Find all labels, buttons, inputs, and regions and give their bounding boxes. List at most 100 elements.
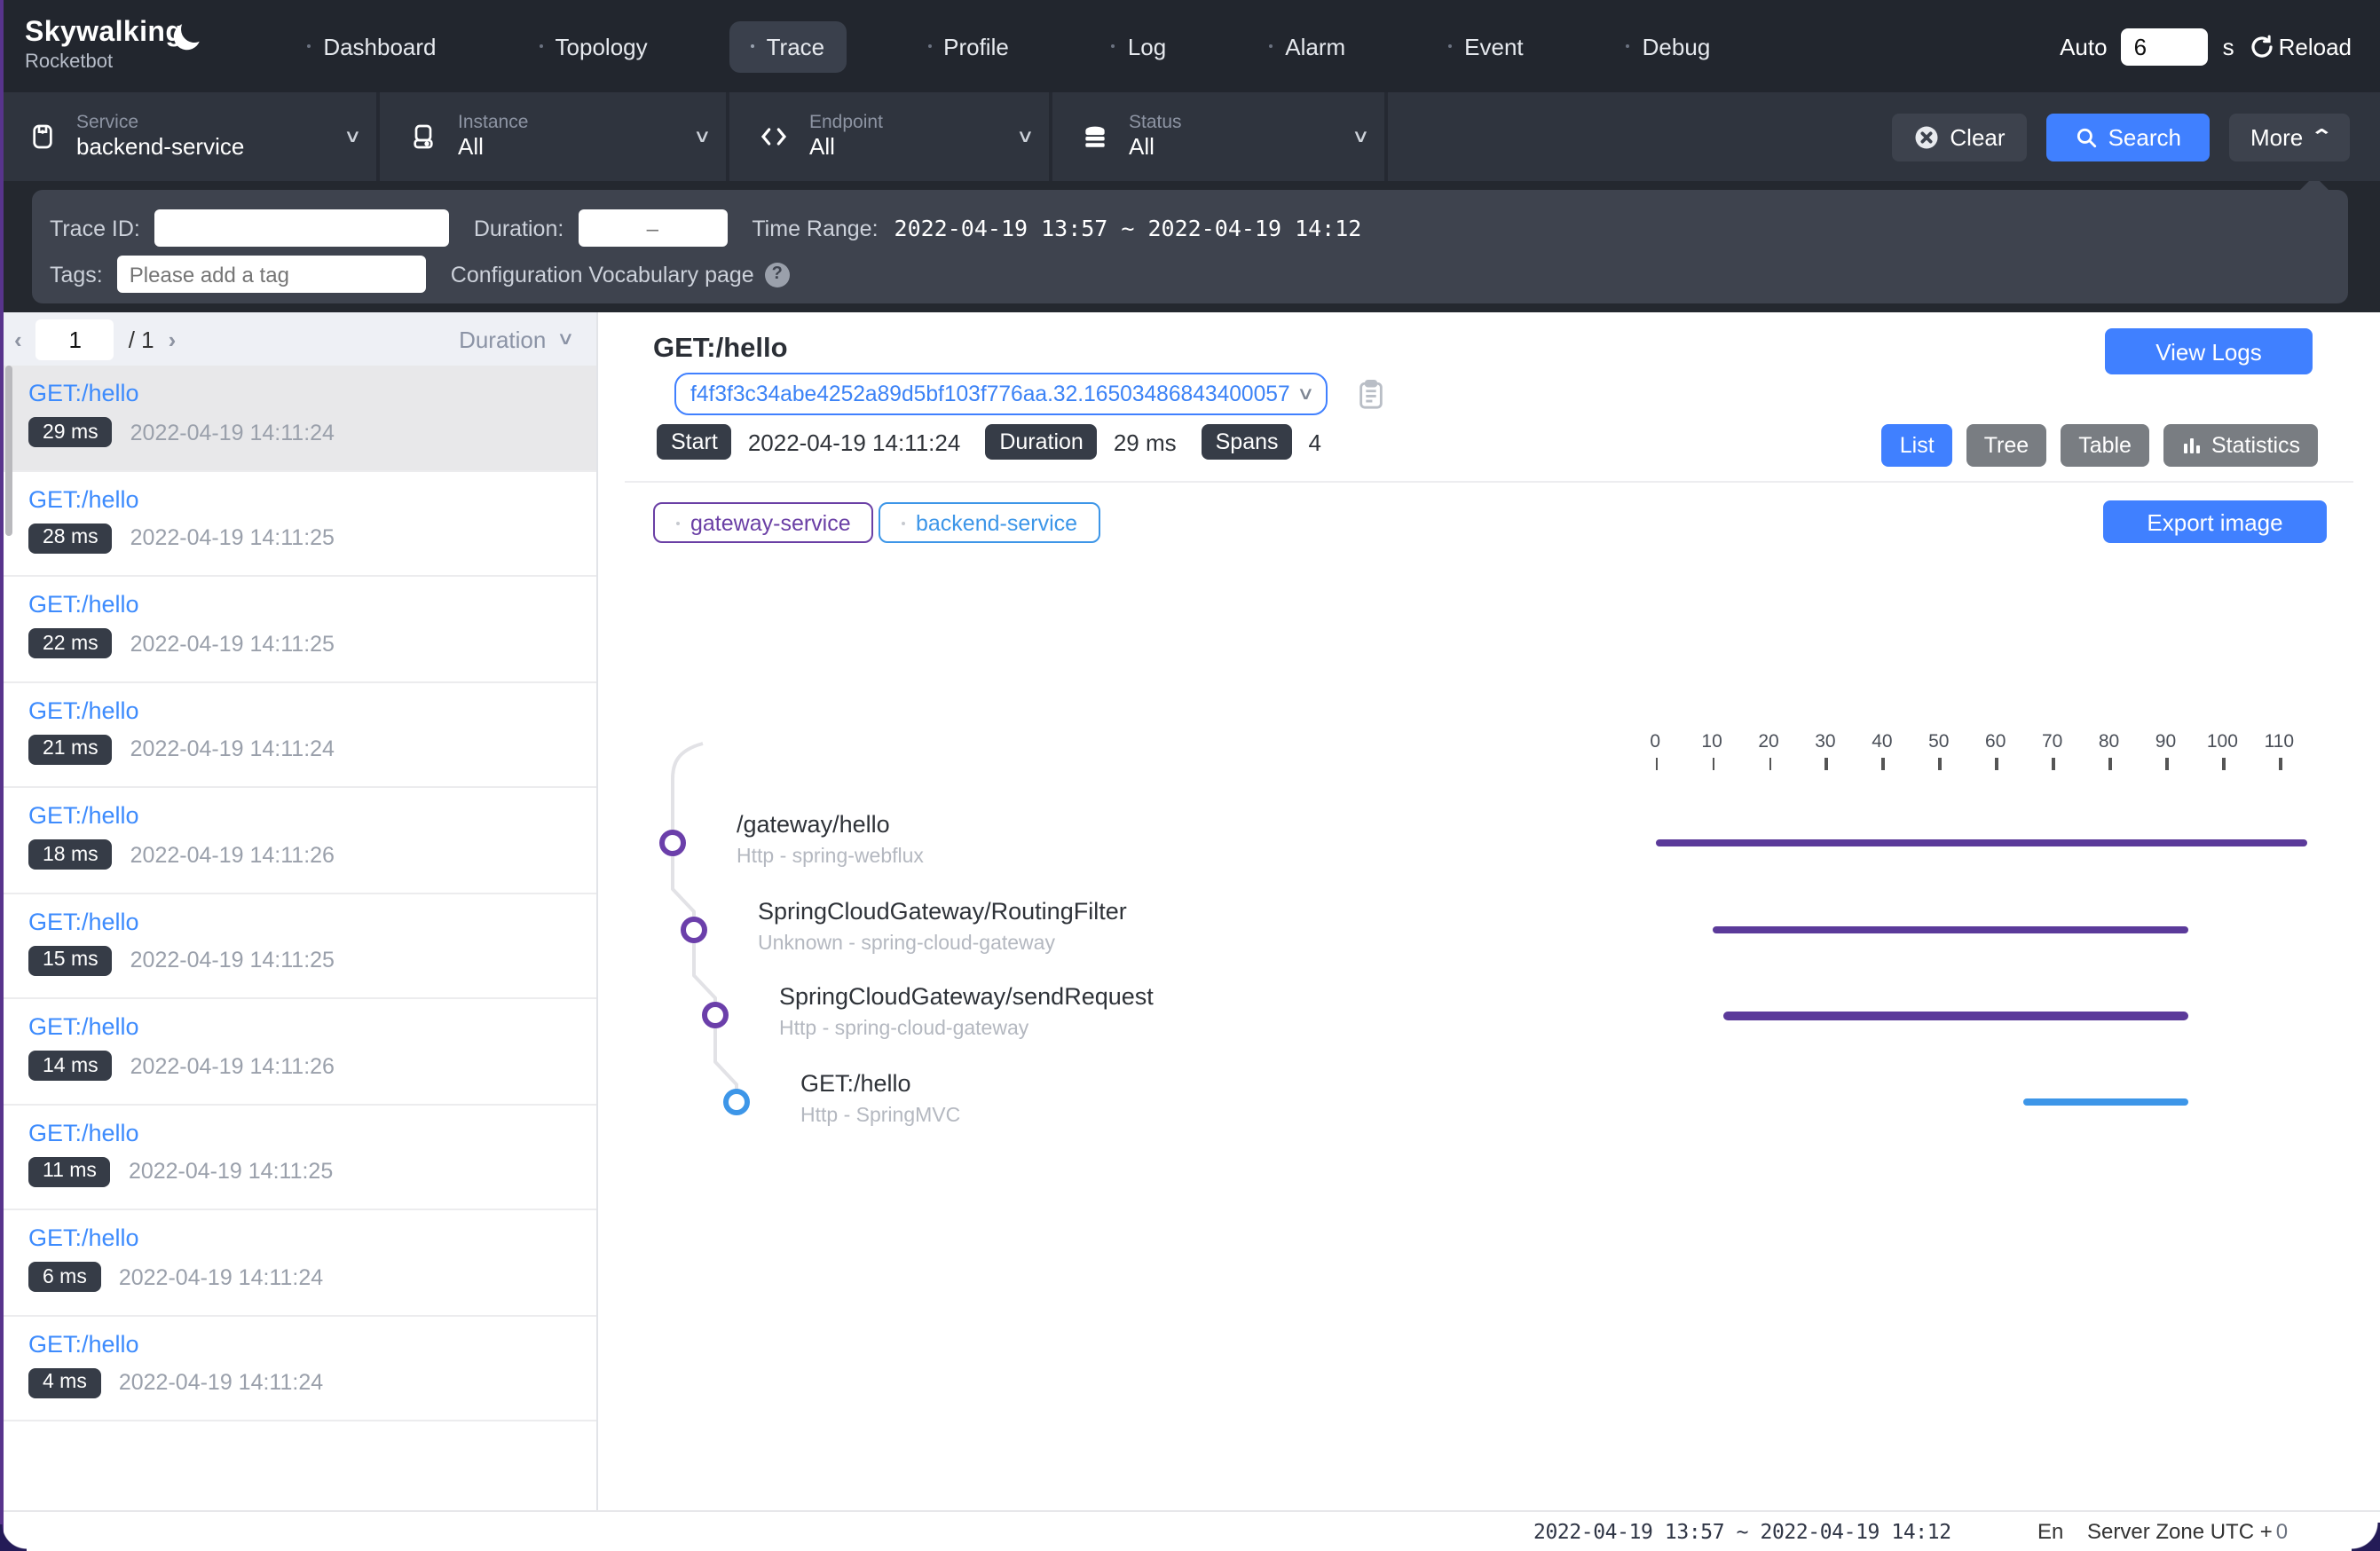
spans-badge: Spans [1202, 424, 1293, 460]
window-corner-bottom-left [0, 1524, 27, 1551]
filter-endpoint-dropdown[interactable]: EndpointAll∨ [729, 92, 1052, 181]
auto-interval-input[interactable] [2122, 28, 2209, 65]
filter-instance-dropdown[interactable]: InstanceAll∨ [380, 92, 729, 181]
help-icon[interactable]: ? [765, 262, 790, 287]
trace-list-item[interactable]: GET:/hello14 ms2022-04-19 14:11:26 [0, 999, 596, 1105]
advanced-search-zone: Trace ID: Duration: Time Range: 2022-04-… [0, 181, 2380, 312]
trace-item-time: 2022-04-19 14:11:25 [130, 631, 335, 656]
span-duration-bar[interactable] [2024, 1098, 2188, 1106]
bar-chart-icon [2181, 435, 2203, 456]
app-logo[interactable]: Skywalking Rocketbot [25, 20, 208, 73]
page-input[interactable] [36, 319, 114, 359]
reload-button[interactable]: Reload [2249, 33, 2352, 59]
axis-tick-label: 30 [1815, 731, 1835, 752]
filter-status-dropdown[interactable]: StatusAll∨ [1052, 92, 1388, 181]
trace-id-input[interactable] [154, 209, 449, 247]
span-node[interactable] [681, 916, 707, 942]
export-image-button[interactable]: Export image [2103, 500, 2327, 543]
trace-item-time: 2022-04-19 14:11:24 [130, 420, 335, 445]
tab-label: List [1900, 433, 1935, 458]
span-node[interactable] [723, 1089, 750, 1115]
advanced-search-panel: Trace ID: Duration: Time Range: 2022-04-… [32, 190, 2348, 303]
trace-item-title[interactable]: GET:/hello [28, 1119, 596, 1146]
spans-value: 4 [1309, 429, 1321, 455]
trace-item-time: 2022-04-19 14:11:25 [129, 1159, 333, 1184]
tab-table[interactable]: Table [2061, 424, 2149, 467]
view-logs-button[interactable]: View Logs [2105, 328, 2313, 374]
nav-item-alarm[interactable]: Alarm [1248, 20, 1367, 72]
nav-item-debug[interactable]: Debug [1605, 20, 1732, 72]
nav-item-topology[interactable]: Topology [518, 20, 669, 72]
axis-tick-mark [2279, 758, 2281, 770]
tab-tree[interactable]: Tree [1966, 424, 2047, 467]
trace-list-item[interactable]: GET:/hello18 ms2022-04-19 14:11:26 [0, 788, 596, 894]
duration-input[interactable] [578, 209, 727, 247]
tags-input[interactable] [117, 256, 426, 293]
trace-item-duration-badge: 29 ms [28, 417, 113, 447]
trace-item-title[interactable]: GET:/hello [28, 1224, 596, 1251]
view-mode-tabs: List Tree Table Statistics [1882, 424, 2318, 467]
trace-list-item[interactable]: GET:/hello22 ms2022-04-19 14:11:25 [0, 577, 596, 682]
trace-item-title[interactable]: GET:/hello [28, 802, 596, 829]
trace-item-time: 2022-04-19 14:11:26 [130, 1053, 335, 1078]
trace-item-duration-badge: 6 ms [28, 1262, 101, 1292]
span-node[interactable] [659, 830, 686, 856]
sort-dropdown[interactable]: Duration ∨ [459, 326, 571, 352]
filter-actions: Clear Search More ⌃ [1891, 92, 2350, 181]
more-button[interactable]: More ⌃ [2229, 113, 2350, 161]
trace-list-item[interactable]: GET:/hello4 ms2022-04-19 14:11:24 [0, 1316, 596, 1421]
server-zone: Server Zone UTC +0 [2087, 1519, 2288, 1544]
trace-id-select[interactable]: f4f3f3c34abe4252a89d5bf103f776aa.32.1650… [674, 373, 1328, 415]
trace-item-title[interactable]: GET:/hello [28, 697, 596, 723]
search-button[interactable]: Search [2046, 113, 2210, 161]
trace-list-item[interactable]: GET:/hello6 ms2022-04-19 14:11:24 [0, 1210, 596, 1316]
time-range-label: Time Range: [752, 216, 878, 240]
span-node[interactable] [702, 1003, 729, 1029]
tab-statistics[interactable]: Statistics [2163, 424, 2318, 467]
trace-item-title[interactable]: GET:/hello [28, 908, 596, 934]
reload-label: Reload [2279, 33, 2352, 59]
trace-item-title[interactable]: GET:/hello [28, 1013, 596, 1040]
span-duration-bar[interactable] [1712, 925, 2188, 933]
service-tag-backend-service[interactable]: backend-service [879, 502, 1100, 543]
vocabulary-link[interactable]: Configuration Vocabulary page [451, 262, 754, 287]
nav-item-dashboard[interactable]: Dashboard [286, 20, 457, 72]
trace-list-header: ‹ / 1 › Duration ∨ [0, 312, 596, 366]
list-scrollbar-thumb[interactable] [5, 366, 12, 536]
trace-item-title[interactable]: GET:/hello [28, 485, 596, 512]
axis-tick-mark [2109, 758, 2112, 770]
trace-item-time: 2022-04-19 14:11:24 [130, 736, 335, 761]
tags-label: Tags: [50, 262, 103, 287]
trace-list-item[interactable]: GET:/hello 29 ms 2022-04-19 14:11:24 [0, 366, 596, 471]
trace-meta-badges: Start 2022-04-19 14:11:24 Duration 29 ms… [657, 424, 1321, 460]
span-duration-bar[interactable] [1723, 1012, 2188, 1020]
axis-tick-mark [1655, 758, 1658, 770]
trace-item-title[interactable]: GET:/hello [28, 1330, 596, 1357]
nav-item-log[interactable]: Log [1091, 20, 1187, 72]
next-page-button[interactable]: › [154, 326, 191, 352]
clear-button[interactable]: Clear [1891, 113, 2026, 161]
nav-menu: Dashboard Topology Trace Profile Log Alarm Eve… [286, 20, 1731, 72]
filter-service-dropdown[interactable]: Servicebackend-service∨ [0, 92, 380, 181]
trace-item-title[interactable]: GET:/hello [28, 380, 596, 406]
span-duration-bar[interactable] [1655, 839, 2307, 847]
trace-list-item[interactable]: GET:/hello28 ms2022-04-19 14:11:25 [0, 471, 596, 577]
tab-list[interactable]: List [1882, 424, 1952, 467]
language-selector[interactable]: En [2037, 1519, 2063, 1544]
trace-list-item[interactable]: GET:/hello15 ms2022-04-19 14:11:25 [0, 894, 596, 999]
nav-item-event[interactable]: Event [1427, 20, 1545, 72]
time-range-value[interactable]: 2022-04-19 13:57 ~ 2022-04-19 14:12 [894, 215, 1362, 241]
trace-list-item[interactable]: GET:/hello11 ms2022-04-19 14:11:25 [0, 1105, 596, 1210]
trace-list-item[interactable]: GET:/hello21 ms2022-04-19 14:11:24 [0, 682, 596, 788]
duration-label: Duration: [474, 216, 563, 240]
nav-item-profile[interactable]: Profile [906, 20, 1030, 72]
trace-item-duration-badge: 15 ms [28, 945, 113, 975]
chevron-down-icon: ∨ [1351, 127, 1369, 146]
footer-time-range[interactable]: 2022-04-19 13:57 ~ 2022-04-19 14:12 [1533, 1519, 1951, 1544]
copy-icon[interactable] [1358, 380, 1384, 410]
prev-page-button[interactable]: ‹ [0, 326, 36, 352]
trace-item-title[interactable]: GET:/hello [28, 591, 596, 618]
nav-item-trace[interactable]: Trace [729, 20, 847, 72]
axis-tick-mark [1712, 758, 1714, 770]
span-timeline-widget: Export image gateway-servicebackend-serv… [625, 481, 2353, 1512]
